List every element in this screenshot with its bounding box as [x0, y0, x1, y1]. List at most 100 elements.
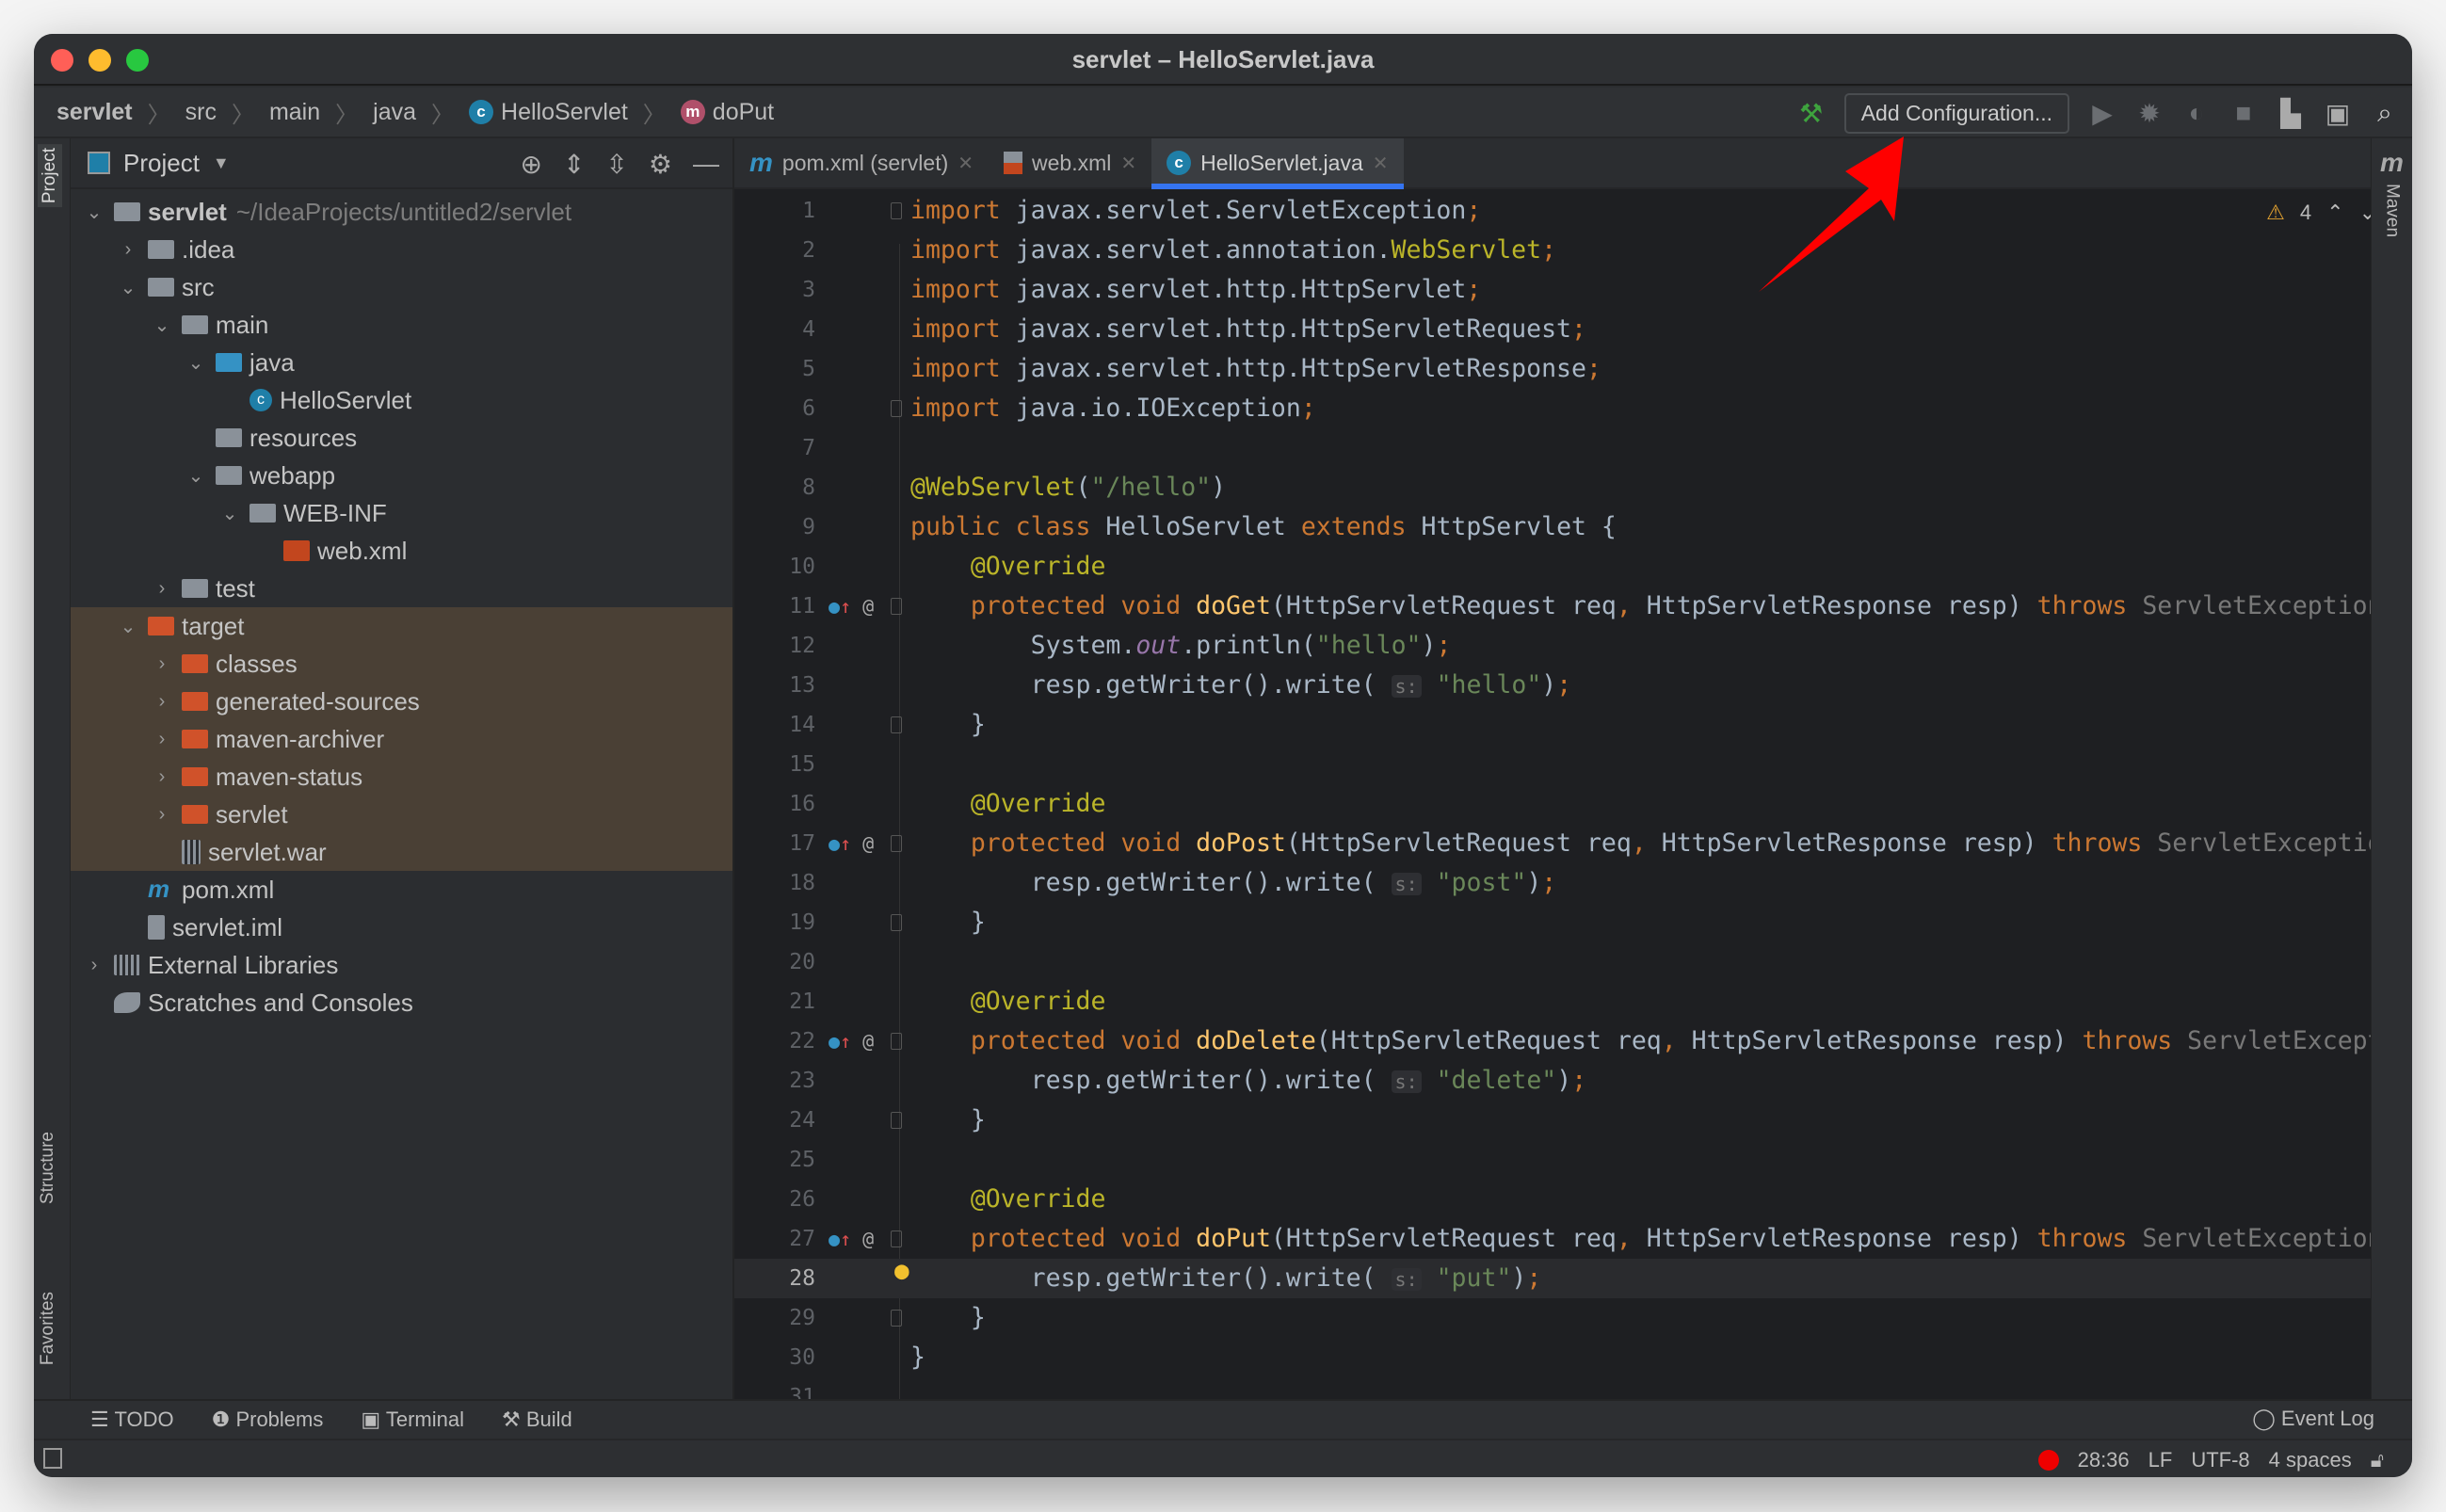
- previous-highlight-icon[interactable]: ⌃: [2326, 201, 2343, 225]
- code-line[interactable]: 20: [734, 942, 2405, 982]
- coverage-icon[interactable]: ◐: [2182, 98, 2211, 128]
- caret-position[interactable]: 28:36: [2078, 1448, 2130, 1472]
- run-icon[interactable]: ▶: [2088, 98, 2116, 129]
- code-line[interactable]: 16 @Override: [734, 784, 2405, 824]
- chevron-down-icon[interactable]: ⌄: [219, 502, 240, 525]
- code-line[interactable]: 9 public class HelloServlet extends HttpS…: [734, 507, 2405, 547]
- bottom-tool-build[interactable]: ⚒ Build: [502, 1407, 572, 1432]
- chevron-down-icon[interactable]: ⌄: [152, 314, 172, 337]
- fold-marker-icon[interactable]: [891, 835, 902, 852]
- override-method-icon[interactable]: ●↑ @: [829, 1021, 874, 1061]
- project-tool-tab[interactable]: Project: [38, 144, 62, 208]
- bottom-tool-terminal[interactable]: ▣ Terminal: [361, 1407, 464, 1432]
- code-line[interactable]: 23 resp.getWriter().write( s: "delete");: [734, 1061, 2405, 1101]
- breadcrumb-item[interactable]: HelloServlet: [501, 99, 628, 126]
- override-method-icon[interactable]: ●↑ @: [829, 587, 874, 626]
- chevron-down-icon[interactable]: ▼: [213, 153, 230, 173]
- tree-item[interactable]: ⌄ java: [71, 344, 732, 381]
- breadcrumb-item[interactable]: src: [185, 99, 217, 126]
- breadcrumb-item[interactable]: doPut: [713, 99, 774, 126]
- hide-panel-icon[interactable]: —: [693, 149, 719, 179]
- fold-marker-icon[interactable]: [891, 914, 902, 931]
- code-line[interactable]: 2 import javax.servlet.annotation.WebServ…: [734, 231, 2405, 270]
- run-anything-icon[interactable]: ▣: [2324, 98, 2352, 129]
- tree-item[interactable]: web.xml: [71, 532, 732, 570]
- file-encoding[interactable]: UTF-8: [2191, 1448, 2249, 1472]
- chevron-down-icon[interactable]: ⌄: [84, 201, 105, 224]
- stop-icon[interactable]: ■: [2229, 98, 2258, 128]
- chevron-right-icon[interactable]: ›: [152, 729, 172, 750]
- editor-tab[interactable]: web.xml ✕: [989, 138, 1151, 187]
- code-line[interactable]: 5 import javax.servlet.http.HttpServletRe…: [734, 349, 2405, 389]
- tree-item[interactable]: › maven-status: [71, 758, 732, 796]
- tree-item[interactable]: servlet.war: [71, 833, 732, 871]
- code-line[interactable]: 10 @Override: [734, 547, 2405, 587]
- code-line[interactable]: 22 ●↑ @ protected void doDelete(HttpServl…: [734, 1021, 2405, 1061]
- chevron-down-icon[interactable]: ⌄: [185, 464, 206, 488]
- code-line[interactable]: 18 resp.getWriter().write( s: "post");: [734, 863, 2405, 903]
- project-panel-title[interactable]: Project: [123, 149, 200, 178]
- code-line[interactable]: 31: [734, 1377, 2405, 1399]
- code-line[interactable]: 29 }: [734, 1298, 2405, 1338]
- close-tab-icon[interactable]: ✕: [1373, 152, 1389, 175]
- editor-tab[interactable]: c HelloServlet.java ✕: [1151, 138, 1404, 189]
- code-line[interactable]: 17 ●↑ @ protected void doPost(HttpServlet…: [734, 824, 2405, 863]
- tree-item[interactable]: ⌄ main: [71, 306, 732, 344]
- code-line[interactable]: 11 ●↑ @ protected void doGet(HttpServletR…: [734, 587, 2405, 626]
- unlock-icon[interactable]: 🔓︎: [2371, 1448, 2384, 1472]
- locate-file-icon[interactable]: ⊕: [520, 149, 541, 180]
- project-structure-icon[interactable]: ▙: [2277, 98, 2305, 129]
- tree-item[interactable]: Scratches and Consoles: [71, 984, 732, 1021]
- tree-item[interactable]: › servlet: [71, 796, 732, 833]
- code-line[interactable]: 3 import javax.servlet.http.HttpServlet;: [734, 270, 2405, 310]
- code-line[interactable]: 4 import javax.servlet.http.HttpServletRe…: [734, 310, 2405, 349]
- expand-all-icon[interactable]: ⇕: [563, 149, 585, 180]
- tree-item[interactable]: ⌄ WEB-INF: [71, 494, 732, 532]
- tree-item[interactable]: › maven-archiver: [71, 720, 732, 758]
- code-line[interactable]: 27 ●↑ @ protected void doPut(HttpServletR…: [734, 1219, 2405, 1259]
- close-tab-icon[interactable]: ✕: [957, 152, 974, 175]
- code-line[interactable]: 24 }: [734, 1101, 2405, 1140]
- code-line[interactable]: 6 import java.io.IOException;: [734, 389, 2405, 428]
- chevron-right-icon[interactable]: ›: [152, 691, 172, 713]
- gear-icon[interactable]: ⚙: [649, 149, 672, 180]
- chevron-down-icon[interactable]: ⌄: [185, 351, 206, 375]
- override-method-icon[interactable]: ●↑ @: [829, 1219, 874, 1259]
- chevron-down-icon[interactable]: ⌄: [118, 615, 138, 638]
- code-line[interactable]: 28 ● resp.getWriter().write( s: "put");: [734, 1257, 2405, 1298]
- code-line[interactable]: 26 @Override: [734, 1180, 2405, 1219]
- tree-item[interactable]: › External Libraries: [71, 946, 732, 984]
- bottom-tool-problems[interactable]: ❶ Problems: [212, 1407, 324, 1432]
- fold-marker-icon[interactable]: [891, 202, 902, 219]
- fold-marker-icon[interactable]: [891, 716, 902, 733]
- chevron-right-icon[interactable]: ›: [152, 804, 172, 826]
- tree-item[interactable]: c HelloServlet: [71, 381, 732, 419]
- tree-item[interactable]: › .idea: [71, 231, 732, 268]
- bottom-tool-todo[interactable]: ☰ TODO: [90, 1407, 174, 1432]
- line-separator[interactable]: LF: [2148, 1448, 2173, 1472]
- code-line[interactable]: 12 System.out.println("hello");: [734, 626, 2405, 666]
- fold-marker-icon[interactable]: [891, 1310, 902, 1327]
- code-line[interactable]: 8 @WebServlet("/hello"): [734, 468, 2405, 507]
- breadcrumb-item[interactable]: java: [373, 99, 416, 126]
- chevron-right-icon[interactable]: ›: [118, 239, 138, 261]
- close-tab-icon[interactable]: ✕: [1120, 152, 1136, 175]
- code-line[interactable]: 1 import javax.servlet.ServletException;: [734, 191, 2405, 231]
- add-configuration-button[interactable]: Add Configuration...: [1843, 92, 2069, 134]
- editor-tab[interactable]: m pom.xml (servlet) ✕: [734, 138, 989, 187]
- structure-tool-tab[interactable]: Structure: [38, 1132, 58, 1204]
- code-line[interactable]: 15: [734, 745, 2405, 784]
- fold-marker-icon[interactable]: [891, 1112, 902, 1129]
- lightbulb-icon[interactable]: ●: [894, 1251, 909, 1291]
- code-line[interactable]: 19 }: [734, 903, 2405, 942]
- debug-icon[interactable]: ✹: [2135, 98, 2164, 129]
- tree-item[interactable]: › test: [71, 570, 732, 607]
- tree-item[interactable]: ⌄ servlet ~/IdeaProjects/untitled2/servlet: [71, 193, 732, 231]
- breadcrumb-item[interactable]: main: [269, 99, 320, 126]
- collapse-all-icon[interactable]: ⇳: [605, 149, 627, 180]
- code-line[interactable]: 13 resp.getWriter().write( s: "hello");: [734, 666, 2405, 705]
- event-log-button[interactable]: ◯ Event Log: [2252, 1407, 2374, 1431]
- chevron-right-icon[interactable]: ›: [152, 578, 172, 600]
- code-line[interactable]: 25: [734, 1140, 2405, 1180]
- breadcrumb-item[interactable]: servlet: [56, 99, 133, 126]
